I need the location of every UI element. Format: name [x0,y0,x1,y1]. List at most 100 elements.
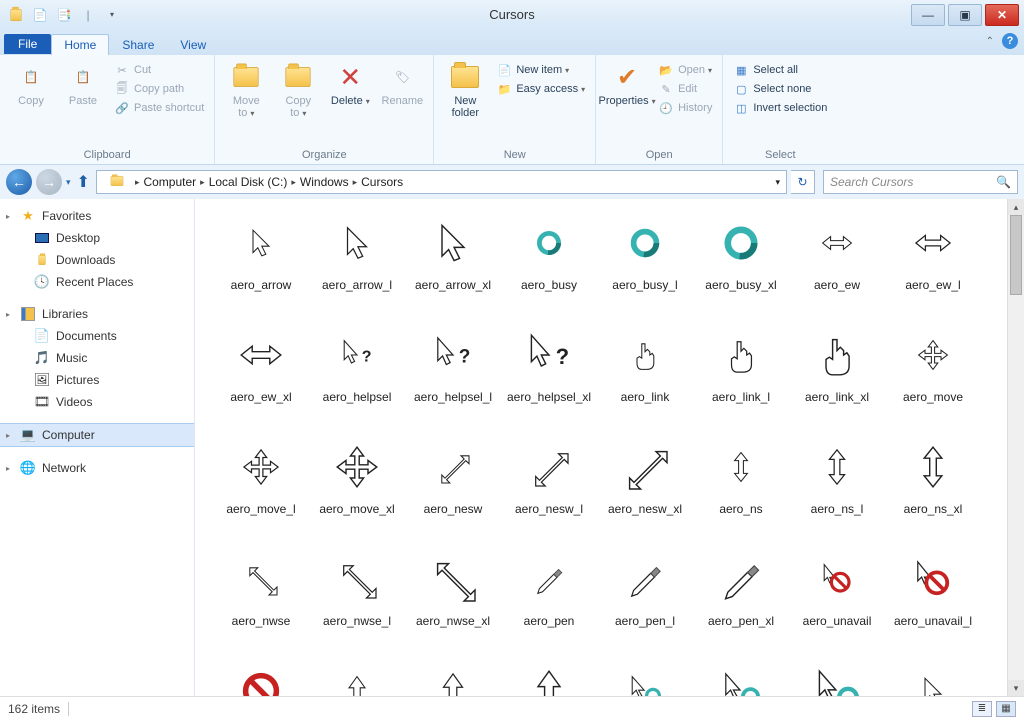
file-item[interactable]: aero_unavail [789,543,885,655]
file-item[interactable]: aero_nesw [405,431,501,543]
sidebar-item-music[interactable]: 🎵Music [0,347,194,369]
view-tab[interactable]: View [167,34,219,55]
sidebar-item-pictures[interactable]: 🖼Pictures [0,369,194,391]
recent-dropdown-icon[interactable]: ▾ [66,177,71,188]
file-item[interactable]: aero_working_xl [789,655,885,696]
file-item[interactable]: aero_ew_l [885,207,981,319]
sidebar-item-downloads[interactable]: Downloads [0,249,194,271]
file-item[interactable]: aero_arrow [213,207,309,319]
up-button[interactable]: ⬆ [77,172,90,192]
file-item[interactable]: aero_nesw_l [501,431,597,543]
new-item-button[interactable]: 📄New item [492,61,589,79]
file-item[interactable]: aero_busy_xl [693,207,789,319]
search-input[interactable]: Search Cursors 🔍 [823,170,1018,194]
delete-button[interactable]: ✕ Delete [325,59,375,109]
qat-dropdown-icon[interactable]: ▾ [102,5,122,25]
help-icon[interactable]: ? [1002,33,1018,49]
minimize-button[interactable]: — [911,4,945,26]
address-bar[interactable]: ▸ Computer ▸ Local Disk (C:) ▸ Windows ▸… [96,170,787,194]
sidebar-favorites[interactable]: ▸ ★ Favorites [0,205,194,227]
file-item[interactable]: aero_ew [789,207,885,319]
file-item[interactable]: aero_nwse_l [309,543,405,655]
refresh-button[interactable]: ↻ [791,170,815,194]
paste-shortcut-button[interactable]: 🔗Paste shortcut [110,99,208,117]
history-button[interactable]: 🕘History [654,99,716,117]
search-icon[interactable]: 🔍 [996,175,1011,189]
file-item[interactable]: aero_arrow_xl [405,207,501,319]
qat-file-icon[interactable]: 📄 [30,5,50,25]
file-item[interactable]: aero_ns_l [789,431,885,543]
file-item[interactable]: aero_up_l [405,655,501,696]
select-none-button[interactable]: ▢Select none [729,80,831,98]
sidebar-item-desktop[interactable]: Desktop [0,227,194,249]
paste-button[interactable]: 📋 Paste [58,59,108,109]
sidebar-item-videos[interactable]: 🎞Videos [0,391,194,413]
file-item[interactable]: aero_working [597,655,693,696]
file-item[interactable]: aero_nwse_xl [405,543,501,655]
copy-button[interactable]: 📋 Copy [6,59,56,109]
file-item[interactable]: aero_move_xl [309,431,405,543]
home-tab[interactable]: Home [51,34,109,55]
forward-button[interactable]: → [36,169,62,195]
invert-selection-button[interactable]: ◫Invert selection [729,99,831,117]
file-item[interactable]: aero_unavail_xl [213,655,309,696]
addr-segment[interactable]: Cursors [357,175,407,189]
move-to-button[interactable]: Move to [221,59,271,121]
scroll-down-icon[interactable]: ▾ [1008,680,1024,696]
file-item[interactable]: aero_pen_l [597,543,693,655]
file-item[interactable]: aero_ns_xl [885,431,981,543]
file-item[interactable]: aero_link_xl [789,319,885,431]
properties-button[interactable]: ✔ Properties [602,59,652,109]
file-item[interactable]: ?aero_helpsel_xl [501,319,597,431]
file-item[interactable]: aero_working_l [693,655,789,696]
sidebar-item-documents[interactable]: 📄Documents [0,325,194,347]
file-item[interactable]: aero_busy [501,207,597,319]
file-item[interactable]: aero_move [885,319,981,431]
file-item[interactable]: aero_move_l [213,431,309,543]
open-button[interactable]: 📂Open [654,61,716,79]
scroll-up-icon[interactable]: ▴ [1008,199,1024,215]
file-item[interactable]: aero_up_xl [501,655,597,696]
file-item[interactable]: aero_busy_l [597,207,693,319]
file-item[interactable]: ?aero_helpsel [309,319,405,431]
rename-button[interactable]: 🏷 Rename [377,59,427,109]
new-folder-button[interactable]: New folder [440,59,490,121]
minimize-ribbon-icon[interactable]: ⌃ [986,36,994,47]
file-grid[interactable]: aero_arrowaero_arrow_laero_arrow_xlaero_… [195,199,1007,696]
file-item[interactable]: aero_nwse [213,543,309,655]
edit-button[interactable]: ✎Edit [654,80,716,98]
file-item[interactable]: aero_pen_xl [693,543,789,655]
file-item[interactable]: arrow_r [885,655,981,696]
file-item[interactable]: aero_ns [693,431,789,543]
file-item[interactable]: aero_link [597,319,693,431]
file-item[interactable]: aero_up [309,655,405,696]
close-button[interactable]: ✕ [985,4,1019,26]
file-item[interactable]: aero_ew_xl [213,319,309,431]
file-item[interactable]: aero_link_l [693,319,789,431]
scrollbar[interactable]: ▴ ▾ [1007,199,1024,696]
view-icons-button[interactable]: ▦ [996,701,1016,717]
scrollbar-thumb[interactable] [1010,215,1022,295]
qat-newfolder-icon[interactable]: 📑 [54,5,74,25]
file-tab[interactable]: File [4,34,51,54]
view-details-button[interactable]: ≣ [972,701,992,717]
addr-segment[interactable]: Windows [296,175,353,189]
file-item[interactable]: ?aero_helpsel_l [405,319,501,431]
maximize-button[interactable]: ▣ [948,4,982,26]
addr-segment[interactable]: Local Disk (C:) [205,175,292,189]
back-button[interactable]: ← [6,169,32,195]
sidebar-item-computer[interactable]: ▸ 💻 Computer [0,423,194,447]
share-tab[interactable]: Share [109,34,167,55]
copy-to-button[interactable]: Copy to [273,59,323,121]
copy-path-button[interactable]: 🗐Copy path [110,80,208,98]
file-item[interactable]: aero_pen [501,543,597,655]
file-item[interactable]: aero_unavail_l [885,543,981,655]
sidebar-item-network[interactable]: ▸ 🌐 Network [0,457,194,479]
address-dropdown-icon[interactable]: ▾ [771,177,784,188]
addr-segment[interactable]: Computer [139,175,200,189]
sidebar-item-recent[interactable]: 🕓Recent Places [0,271,194,293]
cut-button[interactable]: ✂Cut [110,61,208,79]
file-item[interactable]: aero_arrow_l [309,207,405,319]
sidebar-libraries[interactable]: ▸ Libraries [0,303,194,325]
file-item[interactable]: aero_nesw_xl [597,431,693,543]
